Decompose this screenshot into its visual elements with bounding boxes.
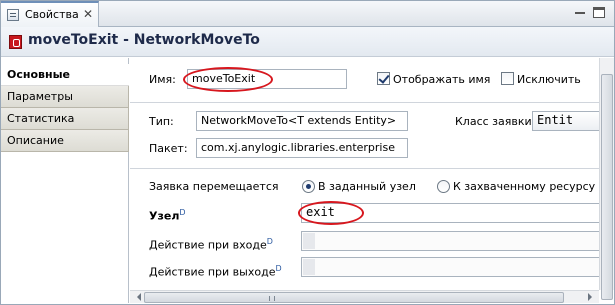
divider [130,168,599,169]
maximize-icon [593,7,605,18]
node-label: УзелD [149,208,186,223]
name-field[interactable]: moveToExit [187,69,347,89]
scroll-right-icon[interactable] [588,293,596,301]
nav-item-general[interactable]: Основные [1,64,129,86]
nav-item-statistics[interactable]: Статистика [1,108,129,130]
nav-item-label: Основные [7,68,70,81]
type-field[interactable]: NetworkMoveTo<T extends Entity> [196,111,408,131]
properties-sections-nav: Основные Параметры Статистика Описание [1,58,129,303]
radio-to-node-label: В заданный узел [318,180,416,193]
node-field[interactable]: exit [301,203,599,223]
page-title: moveToExit - NetworkMoveTo [28,32,260,48]
on-enter-label: Действие при входеD [149,237,273,252]
request-class-label: Класс заявки: [455,115,536,128]
properties-icon [7,9,19,21]
divider [130,102,599,103]
maximize-button[interactable] [592,6,606,20]
scroll-left-icon[interactable] [133,293,141,301]
horizontal-scrollbar-thumb[interactable] [144,292,564,303]
exclude-checkbox[interactable] [501,72,514,85]
request-class-button[interactable]: Entit [532,111,599,131]
moves-label: Заявка перемещается [149,180,279,193]
on-enter-field[interactable] [301,231,599,251]
nav-item-label: Параметры [7,90,73,103]
close-icon[interactable]: ✕ [83,7,93,21]
type-label: Тип: [149,115,174,128]
nav-item-label: Описание [7,134,64,147]
properties-tab-label: Свойства [25,8,79,21]
exclude-label: Исключить [517,73,581,86]
networkmoveto-block-icon [9,35,22,49]
radio-to-resource-label: К захваченному ресурсу [453,180,596,193]
minimize-icon [575,12,585,14]
package-field[interactable]: com.xj.anylogic.libraries.enterprise [196,138,408,158]
scrollbar-grip-icon [269,296,275,301]
nav-item-parameters[interactable]: Параметры [1,86,129,108]
on-exit-label: Действие при выходеD [149,264,282,279]
nav-item-description[interactable]: Описание [1,130,129,152]
vertical-scrollbar-thumb[interactable] [601,74,613,300]
radio-to-resource[interactable] [437,180,450,193]
properties-tab[interactable]: Свойства ✕ [1,1,99,27]
show-name-label: Отображать имя [393,73,491,86]
view-tab-bar: Свойства ✕ [1,1,614,27]
general-section: Имя: moveToExit Отображать имя Исключить… [130,58,599,290]
radio-to-node[interactable] [302,180,315,193]
package-label: Пакет: [149,142,188,155]
horizontal-scrollbar[interactable] [130,290,599,303]
properties-view: Свойства ✕ moveToExit - NetworkMoveTo Ос… [0,0,615,305]
on-exit-field[interactable] [301,257,599,277]
minimize-button[interactable] [573,6,587,20]
show-name-checkbox[interactable] [377,72,390,85]
nav-item-label: Статистика [7,112,75,125]
name-label: Имя: [149,73,176,86]
vertical-scrollbar[interactable] [599,58,614,300]
properties-header: moveToExit - NetworkMoveTo [1,27,614,57]
